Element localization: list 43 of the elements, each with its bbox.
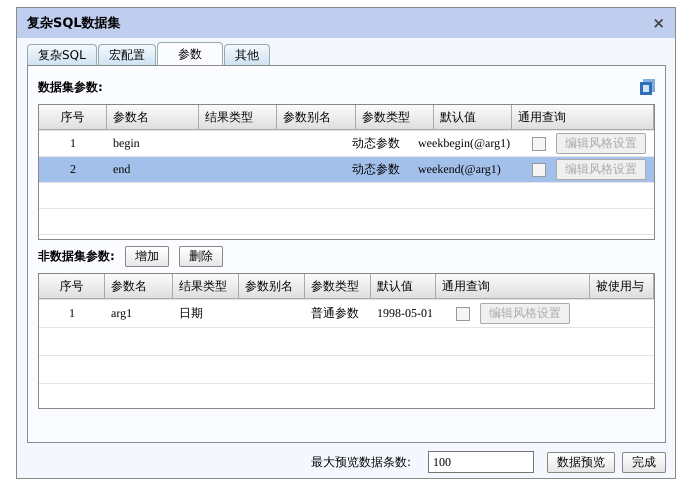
table-cell-text: 1	[69, 136, 77, 151]
input-field[interactable]: 100	[428, 451, 534, 473]
table-cell-text: 日期	[178, 305, 204, 322]
column-header: 结果类型	[173, 274, 239, 299]
table-cell-text: weekbegin(@arg1)	[417, 136, 512, 151]
table-cell-text: 2	[69, 162, 77, 177]
tab[interactable]: 参数	[156, 42, 223, 66]
button[interactable]: 完成	[622, 452, 666, 472]
column-header: 参数别名	[239, 274, 305, 299]
table-cell-text: end	[112, 162, 132, 177]
column-header: 参数名	[105, 274, 173, 299]
close-icon[interactable]: ×	[652, 14, 665, 32]
table-cell-text: arg1	[110, 306, 134, 321]
column-header: 默认值	[434, 105, 512, 130]
column-header: 通用查询	[512, 105, 654, 130]
checkbox[interactable]	[532, 162, 546, 176]
column-header: 结果类型	[199, 105, 277, 130]
column-header: 序号	[39, 274, 105, 299]
field-label: 最大预览数据条数:	[310, 454, 411, 470]
window-title: 复杂SQL数据集	[27, 15, 121, 32]
button[interactable]: 增加	[124, 246, 169, 267]
column-header: 参数类型	[305, 274, 371, 299]
column-header: 参数名	[107, 105, 199, 130]
table-cell-text: 1998-05-01	[376, 306, 434, 321]
table-cell-text: 1	[68, 306, 76, 321]
column-header: 参数类型	[356, 105, 434, 130]
checkbox[interactable]	[532, 136, 546, 150]
table-cell-text: 普通参数	[310, 305, 360, 322]
section-title: 数据集参数:	[38, 78, 103, 96]
column-header: 默认值	[371, 274, 436, 299]
checkbox[interactable]	[456, 306, 470, 320]
table-cell-text: begin	[112, 136, 141, 151]
column-header: 参数别名	[277, 105, 356, 130]
section-title: 非数据集参数:	[38, 248, 115, 265]
button[interactable]: 删除	[178, 246, 223, 267]
column-header: 被使用与	[590, 274, 654, 299]
column-header: 序号	[39, 105, 107, 130]
tab[interactable]: 宏配置	[98, 44, 156, 65]
button[interactable]: 数据预览	[547, 452, 615, 472]
table-cell-text: weekend(@arg1)	[417, 162, 502, 177]
column-header: 通用查询	[436, 274, 590, 299]
tab[interactable]: 复杂SQL	[27, 44, 97, 65]
tab[interactable]: 其他	[224, 44, 270, 65]
